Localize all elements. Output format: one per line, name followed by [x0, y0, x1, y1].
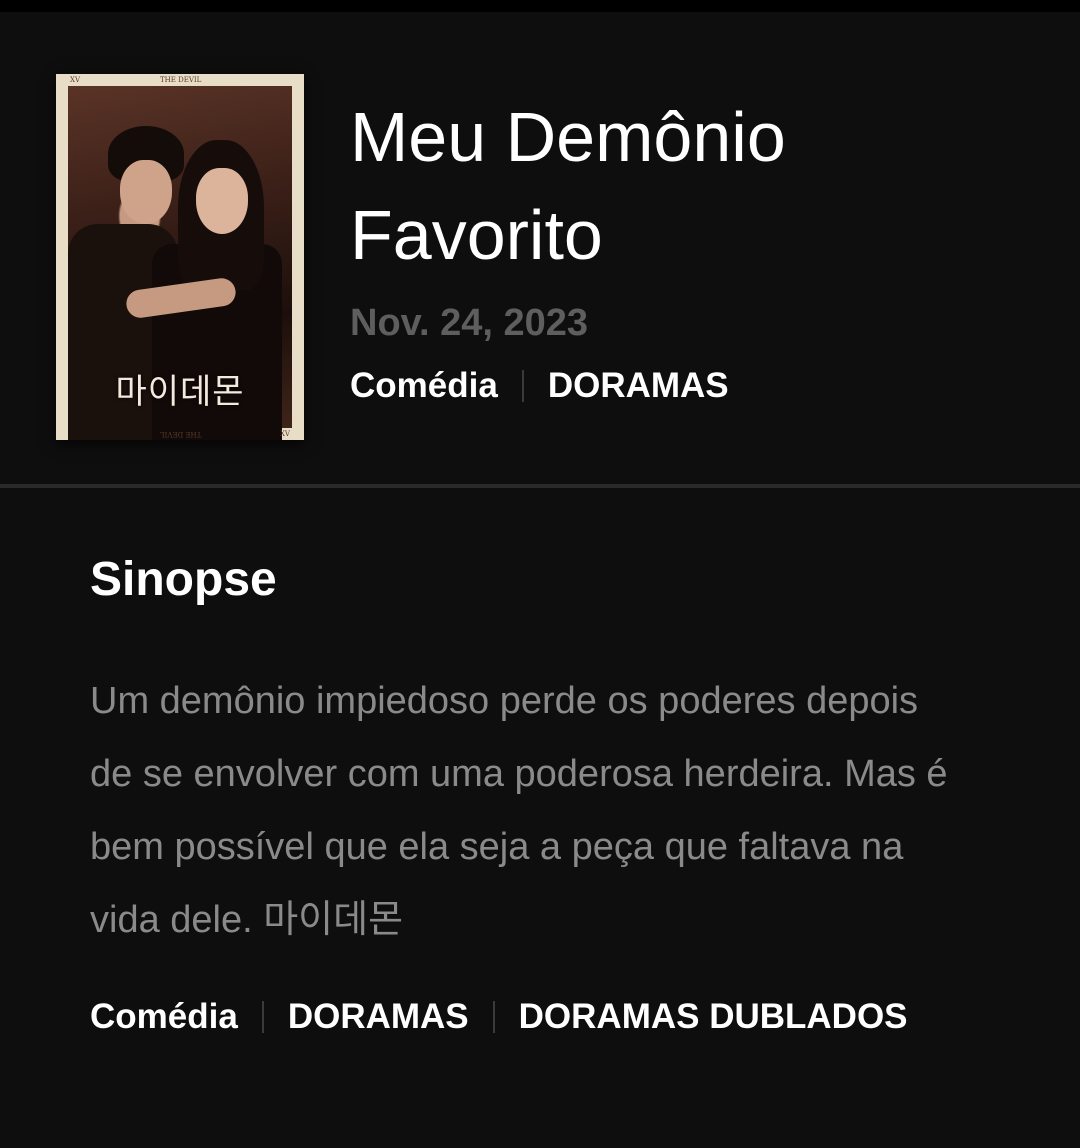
status-bar-strip — [0, 0, 1080, 12]
tag-doramas-dublados[interactable]: DORAMAS DUBLADOS — [519, 998, 908, 1036]
genre-tag-comedia[interactable]: Comédia — [350, 368, 498, 404]
synopsis-text: Um demônio impiedoso perde os poderes de… — [90, 680, 948, 941]
tag-comedia[interactable]: Comédia — [90, 998, 238, 1036]
poster-corner-label: XV — [70, 76, 81, 84]
poster-corner-label: THE DEVIL — [160, 430, 202, 438]
tag-doramas[interactable]: DORAMAS — [288, 998, 469, 1036]
poster-korean-title: 마이데몬 — [115, 372, 245, 412]
show-poster[interactable]: 마이데몬 XV THE DEVIL THE DEVIL XV — [56, 74, 304, 440]
poster-face-man — [120, 160, 172, 224]
genre-tags: Comédia DORAMAS — [350, 368, 729, 404]
poster-corner-label: XV — [279, 430, 290, 438]
genre-tag-doramas[interactable]: DORAMAS — [548, 368, 729, 404]
release-date: Nov. 24, 2023 — [350, 302, 589, 344]
poster-corner-label: THE DEVIL — [160, 76, 202, 84]
tag-separator — [521, 370, 524, 402]
poster-face-woman — [196, 168, 248, 234]
show-header: 마이데몬 XV THE DEVIL THE DEVIL XV Meu Demôn… — [0, 12, 1080, 484]
synopsis-tags: Comédia DORAMAS DORAMAS DUBLADOS — [90, 998, 908, 1036]
tag-separator — [261, 1001, 264, 1033]
section-divider — [0, 484, 1080, 488]
synopsis-heading: Sinopse — [90, 553, 277, 606]
tag-separator — [492, 1001, 495, 1033]
show-title: Meu Demônio Favorito — [350, 98, 786, 274]
show-detail-page: 마이데몬 XV THE DEVIL THE DEVIL XV Meu Demôn… — [0, 0, 1080, 1148]
